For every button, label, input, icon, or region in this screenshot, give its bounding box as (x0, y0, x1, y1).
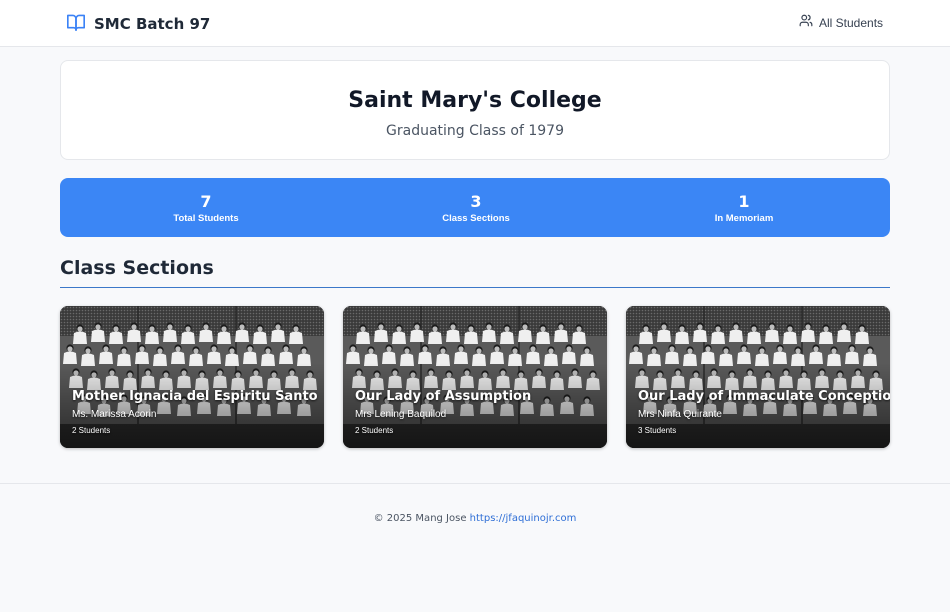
stat-label: In Memoriam (714, 213, 774, 224)
all-students-link[interactable]: All Students (799, 14, 884, 32)
stat-in-memoriam: 1 In Memoriam (644, 192, 844, 224)
section-divider (60, 287, 890, 288)
section-student-count: 2 Students (72, 426, 111, 435)
section-student-count: 2 Students (355, 426, 394, 435)
section-teacher: Mrs Ninfa Quirante (638, 409, 722, 420)
brand-name: SMC Batch 97 (94, 15, 211, 33)
section-teacher: Ms. Marissa Acorin (72, 409, 157, 420)
college-header-card: Saint Mary's College Graduating Class of… (60, 60, 890, 160)
stat-label: Total Students (173, 213, 239, 224)
all-students-label: All Students (819, 16, 884, 30)
stat-class-sections: 3 Class Sections (376, 192, 576, 224)
stat-value: 1 (738, 192, 750, 211)
page-subtitle: Graduating Class of 1979 (386, 123, 564, 139)
section-student-count: 3 Students (638, 426, 677, 435)
stat-value: 7 (200, 192, 212, 211)
section-card[interactable]: Our Lady of Assumption Mrs Lening Baquil… (343, 306, 607, 448)
book-open-icon (66, 13, 86, 36)
section-name: Our Lady of Immaculate Conception (638, 389, 890, 404)
section-card[interactable]: Mother Ignacia del Espiritu Santo Ms. Ma… (60, 306, 324, 448)
top-navbar: SMC Batch 97 All Students (0, 0, 950, 47)
footer-text: © 2025 Mang Jose https://jfaquinojr.com (0, 513, 950, 524)
stat-label: Class Sections (442, 213, 510, 224)
section-name: Our Lady of Assumption (355, 389, 532, 404)
stat-total-students: 7 Total Students (106, 192, 306, 224)
copyright-text: © 2025 Mang Jose (373, 513, 467, 524)
stats-banner: 7 Total Students 3 Class Sections 1 In M… (60, 178, 890, 237)
page-title: Saint Mary's College (348, 88, 602, 113)
section-heading: Class Sections (60, 257, 214, 279)
section-card[interactable]: Our Lady of Immaculate Conception Mrs Ni… (626, 306, 890, 448)
brand-link[interactable]: SMC Batch 97 (66, 13, 210, 35)
stat-value: 3 (470, 192, 482, 211)
section-name: Mother Ignacia del Espiritu Santo (72, 389, 318, 404)
footer-link[interactable]: https://jfaquinojr.com (470, 513, 577, 524)
page-footer: © 2025 Mang Jose https://jfaquinojr.com (0, 483, 950, 612)
users-icon (799, 14, 813, 32)
section-teacher: Mrs Lening Baquilod (355, 409, 447, 420)
